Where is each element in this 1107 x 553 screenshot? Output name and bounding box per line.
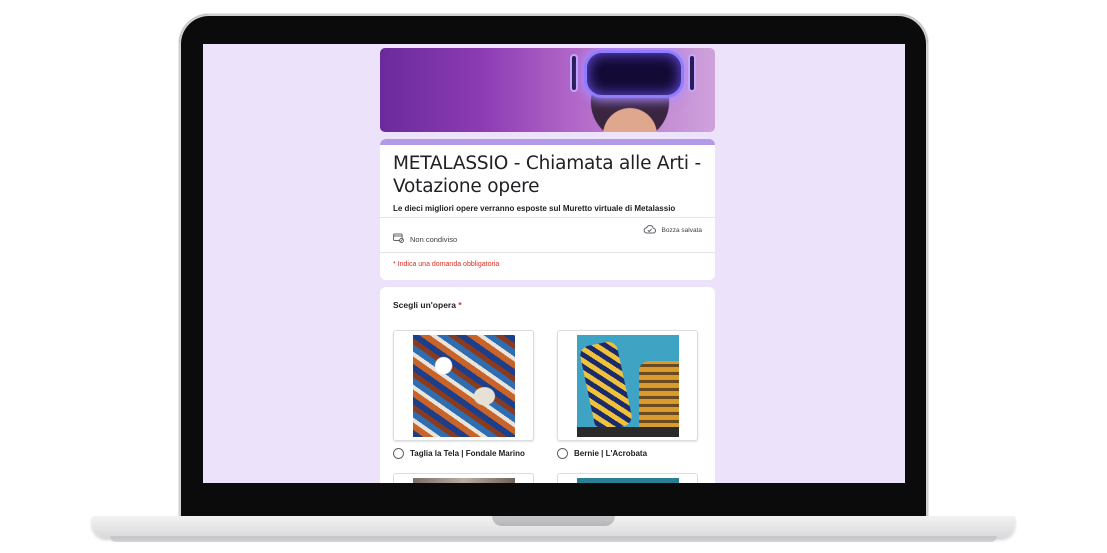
option-radio-1[interactable]: Taglia la Tela | Fondale Marino [393, 448, 525, 459]
question-label: Scegli un'opera * [393, 300, 462, 310]
option-label-2: Bernie | L'Acrobata [574, 449, 648, 458]
artwork-detail-floor [577, 427, 679, 437]
laptop-base-shadow [110, 536, 997, 542]
artwork-image-partial [577, 478, 679, 483]
artwork-image-partial [413, 478, 515, 483]
option-card-2[interactable] [557, 330, 698, 441]
artwork-image-fondale-marino[interactable] [413, 335, 515, 437]
option-card-1[interactable] [393, 330, 534, 441]
option-radio-2[interactable]: Bernie | L'Acrobata [557, 448, 647, 459]
artwork-image-acrobata[interactable] [577, 335, 679, 437]
vr-strap-left [570, 54, 578, 92]
vr-goggles [584, 50, 684, 98]
option-label-1: Taglia la Tela | Fondale Marino [410, 449, 525, 458]
share-status-icon [393, 233, 404, 245]
radio-icon[interactable] [393, 448, 404, 459]
divider [380, 217, 715, 218]
form-title-line-1: METALASSIO - Chiamata alle Arti - [393, 153, 701, 174]
artwork-detail-wall [639, 361, 679, 431]
cloud-saved-icon [643, 225, 656, 236]
form-title-line-2: Votazione opere [393, 176, 540, 197]
question-label-text: Scegli un'opera [393, 300, 456, 310]
artwork-detail-figure [578, 339, 634, 433]
required-note: * Indica una domanda obbligatoria [393, 261, 500, 268]
required-asterisk: * [458, 300, 462, 310]
header-banner-image [380, 48, 715, 132]
form-title-card: METALASSIO - Chiamata alle Arti - Votazi… [380, 139, 715, 280]
form-description: Le dieci migliori opere verranno esposte… [393, 204, 676, 213]
draft-status-label: Bozza salvata [661, 227, 702, 234]
form-title: METALASSIO - Chiamata alle Arti - Votazi… [380, 145, 715, 198]
radio-icon[interactable] [557, 448, 568, 459]
divider [380, 252, 715, 253]
share-status[interactable]: Non condiviso [393, 233, 457, 245]
vr-strap-right [688, 54, 696, 92]
question-card: Scegli un'opera * Taglia la Tela | Fonda… [380, 287, 715, 483]
draft-status: Bozza salvata [643, 225, 702, 236]
laptop-notch [492, 516, 615, 526]
option-card-3[interactable] [393, 473, 534, 483]
share-status-label: Non condiviso [410, 234, 458, 244]
form-meta-row: Non condiviso Bozza salvata [393, 225, 702, 245]
option-card-4[interactable] [557, 473, 698, 483]
screen: METALASSIO - Chiamata alle Arti - Votazi… [203, 44, 905, 483]
